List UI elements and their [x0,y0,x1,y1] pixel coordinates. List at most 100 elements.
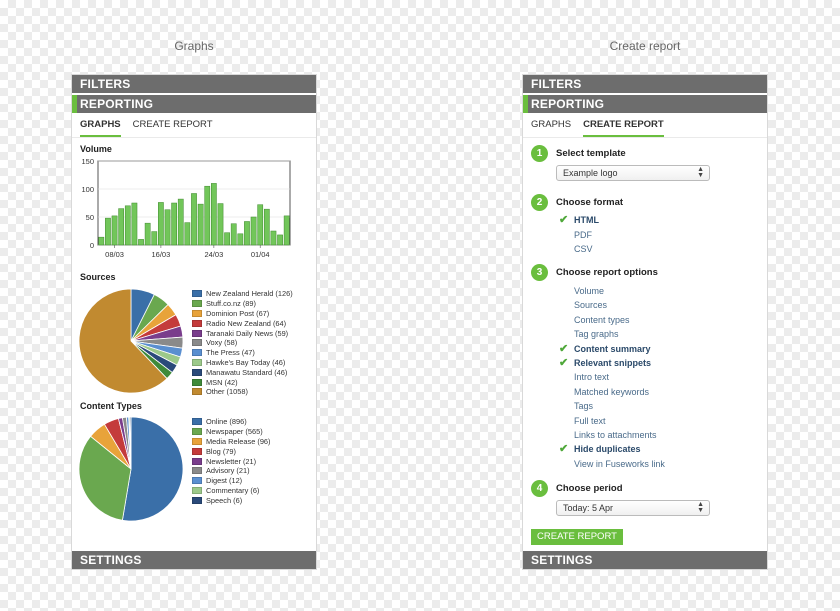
volume-bar [151,231,158,246]
report-option[interactable]: PDF [574,230,592,240]
legend-label: Stuff.co.nz (89) [206,299,256,309]
legend-label: Newsletter (21) [206,456,257,466]
volume-bar [257,204,264,246]
report-option[interactable]: HTML [574,215,599,225]
report-option[interactable]: Links to attachments [574,430,657,440]
sources-pie-chart [78,288,184,394]
volume-bar [105,217,111,246]
legend-entry: Digest (12) [192,476,271,486]
report-option[interactable]: Volume [574,286,604,296]
pie-slice [121,416,184,522]
legend-swatch [192,477,202,485]
legend-label: Hawke's Bay Today (46) [206,357,286,367]
legend-label: MSN (42) [206,377,238,387]
legend-swatch [192,457,202,465]
legend-entry: Commentary (6) [192,486,271,496]
report-option[interactable]: Relevant snippets [574,358,651,368]
select-arrows-icon: ▲ ▼ [697,166,704,179]
legend-entry: Taranaki Daily News (59) [192,328,293,338]
reporting-tabs: GRAPHS CREATE REPORT [523,113,767,138]
legend-label: Media Release (96) [206,436,271,446]
legend-entry: Dominion Post (67) [192,309,293,319]
legend-label: Taranaki Daily News (59) [206,328,289,338]
report-option[interactable]: Tags [574,401,593,411]
report-option[interactable]: Tag graphs [574,329,619,339]
legend-label: Speech (6) [206,495,243,505]
volume-bar [144,222,151,246]
volume-bar [111,215,118,246]
volume-bar [131,202,138,246]
legend-entry: The Press (47) [192,348,293,358]
volume-bar [250,216,257,246]
legend-swatch [192,388,202,396]
checkmark-icon: ✔ [559,342,569,355]
legend-label: Voxy (58) [206,338,238,348]
volume-bar [118,208,125,246]
report-option[interactable]: Matched keywords [574,387,649,397]
create-report-panel: FILTERS REPORTING GRAPHS CREATE REPORT 1… [522,74,768,570]
legend-entry: Advisory (21) [192,466,271,476]
template-select[interactable]: Example logo ▲ ▼ [556,165,710,181]
legend-label: Newspaper (565) [206,427,263,437]
tab-create-report[interactable]: CREATE REPORT [133,119,213,137]
legend-label: New Zealand Herald (126) [206,289,293,299]
volume-bar [171,202,177,246]
create-report-caption: Create report [609,39,681,53]
report-option[interactable]: Full text [574,416,606,426]
legend-swatch [192,319,202,327]
reporting-header[interactable]: REPORTING [523,95,767,113]
volume-bar [277,234,283,246]
period-select-value: Today: 5 Apr [563,503,614,513]
legend-entry: Newspaper (565) [192,427,271,437]
tab-graphs[interactable]: GRAPHS [531,119,571,137]
checkmark-icon: ✔ [559,214,569,226]
step-title: Choose period [556,483,623,494]
volume-bar [184,222,191,246]
report-option[interactable]: Intro text [574,372,609,382]
legend-swatch [192,339,202,347]
legend-entry: New Zealand Herald (126) [192,289,293,299]
legend-entry: Voxy (58) [192,338,293,348]
volume-bar [191,193,197,246]
legend-swatch [192,378,202,386]
legend-entry: Speech (6) [192,495,271,505]
step-choose-format: 2 Choose format [531,194,623,211]
tab-create-report[interactable]: CREATE REPORT [583,119,664,137]
content-types-title: Content Types [80,401,142,411]
tab-graphs[interactable]: GRAPHS [80,119,121,137]
y-tick-label: 50 [86,213,94,222]
period-select[interactable]: Today: 5 Apr ▲ ▼ [556,500,710,516]
settings-header[interactable]: SETTINGS [72,551,316,569]
report-option[interactable]: Content summary [574,344,651,354]
report-option[interactable]: Sources [574,300,607,310]
legend-label: The Press (47) [206,348,255,358]
select-arrows-icon: ▲ ▼ [697,501,704,514]
volume-bar [211,183,217,246]
template-select-value: Example logo [563,168,618,178]
legend-label: Manawatu Standard (46) [206,367,288,377]
settings-header[interactable]: SETTINGS [523,551,767,569]
report-option[interactable]: Content types [574,315,630,325]
filters-header[interactable]: FILTERS [523,75,767,93]
report-option[interactable]: CSV [574,244,593,254]
legend-label: Other (1058) [206,387,248,397]
legend-label: Digest (12) [206,476,243,486]
step-number: 4 [531,480,548,497]
reporting-header[interactable]: REPORTING [72,95,316,113]
legend-swatch [192,496,202,504]
volume-bar [244,221,250,246]
volume-bar [263,208,270,246]
y-tick-label: 0 [90,241,94,250]
step-number: 1 [531,145,548,162]
report-option[interactable]: View in Fuseworks link [574,459,665,469]
create-report-button[interactable]: CREATE REPORT [531,529,623,545]
volume-bar [224,232,230,246]
legend-swatch [192,329,202,337]
legend-label: Advisory (21) [206,466,250,476]
legend-swatch [192,486,202,494]
sources-title: Sources [80,272,116,282]
report-option[interactable]: Hide duplicates [574,444,641,454]
x-tick-label: 08/03 [105,250,124,259]
reporting-tabs: GRAPHS CREATE REPORT [72,113,316,138]
filters-header[interactable]: FILTERS [72,75,316,93]
